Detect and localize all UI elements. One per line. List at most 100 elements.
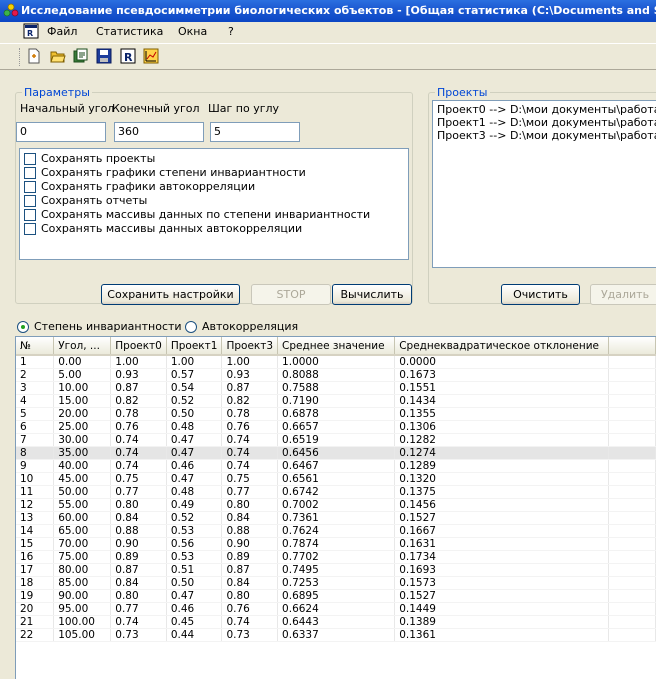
stop-button[interactable]: STOP (251, 284, 331, 305)
table-cell: 0.1667 (394, 524, 609, 538)
col-header-stddev[interactable]: Среднеквадратическое отклонение (394, 337, 609, 356)
checkbox[interactable] (24, 223, 36, 235)
col-header-angle[interactable]: Угол, ... (53, 337, 112, 356)
table-cell: 0.50 (166, 576, 223, 590)
table-cell: 0.44 (166, 628, 223, 642)
table-row[interactable]: 16 75.00 0.89 0.53 0.89 0.7702 0.1734 (16, 550, 656, 564)
table-row[interactable]: 7 30.00 0.74 0.47 0.74 0.6519 0.1282 (16, 433, 656, 447)
checkbox[interactable] (24, 153, 36, 165)
open-folder-icon[interactable] (50, 48, 66, 64)
toolbar: R (0, 43, 656, 69)
table-row[interactable]: 22 105.00 0.73 0.44 0.73 0.6337 0.1361 (16, 628, 656, 642)
table-row[interactable]: 4 15.00 0.82 0.52 0.82 0.7190 0.1434 (16, 394, 656, 408)
list-item[interactable]: Проект0 --> D:\мои документы\работа\ (437, 103, 656, 116)
table-row[interactable]: 17 80.00 0.87 0.51 0.87 0.7495 0.1693 (16, 563, 656, 577)
table-cell: 0.80 (221, 589, 279, 603)
table-cell: 0.90 (221, 537, 279, 551)
table-cell: 0.52 (166, 511, 223, 525)
radio-button[interactable] (185, 321, 197, 333)
table-cell: 0.51 (166, 563, 223, 577)
table-cell: 0.74 (221, 433, 279, 447)
table-row[interactable]: 18 85.00 0.84 0.50 0.84 0.7253 0.1573 (16, 576, 656, 590)
table-cell-filler (608, 602, 656, 616)
table-cell: 0.73 (221, 628, 279, 642)
clear-button[interactable]: Очистить (501, 284, 580, 305)
menu-help[interactable]: ? (228, 25, 234, 38)
col-header-mean[interactable]: Среднее значение (277, 337, 396, 356)
svg-text:R: R (27, 29, 33, 38)
checkbox[interactable] (24, 181, 36, 193)
table-row[interactable]: 3 10.00 0.87 0.54 0.87 0.7588 0.1551 (16, 381, 656, 395)
checkbox[interactable] (24, 195, 36, 207)
open-project-icon[interactable] (72, 48, 88, 64)
save-icon[interactable] (96, 48, 112, 64)
table-cell: 0.47 (166, 589, 223, 603)
table-row[interactable]: 19 90.00 0.80 0.47 0.80 0.6895 0.1527 (16, 589, 656, 603)
step-input[interactable]: 5 (210, 122, 300, 142)
chart-icon[interactable] (143, 48, 159, 64)
new-icon[interactable] (26, 48, 42, 64)
table-cell: 0.80 (110, 589, 167, 603)
table-row[interactable]: 12 55.00 0.80 0.49 0.80 0.7002 0.1456 (16, 498, 656, 512)
col-header-project3[interactable]: Проект3 (221, 337, 279, 356)
radio-invariance[interactable]: Степень инвариантности (17, 320, 182, 336)
table-cell: 0.1673 (394, 368, 609, 382)
table-cell: 0.75 (110, 472, 167, 486)
list-item[interactable]: Проект3 --> D:\мои документы\работа\ (437, 129, 656, 142)
table-row[interactable]: 2 5.00 0.93 0.57 0.93 0.8088 0.1673 (16, 368, 656, 382)
table-row[interactable]: 1 0.00 1.00 1.00 1.00 1.0000 0.0000 (16, 355, 656, 369)
compute-button[interactable]: Вычислить (332, 284, 412, 305)
child-window-icon[interactable]: R (23, 23, 39, 39)
table-cell: 0.6895 (277, 589, 396, 603)
table-cell: 0.48 (166, 420, 223, 434)
radio-button[interactable] (17, 321, 29, 333)
table-cell: 0.76 (110, 420, 167, 434)
col-header-project1[interactable]: Проект1 (166, 337, 223, 356)
table-cell: 0.87 (110, 381, 167, 395)
table-row[interactable]: 20 95.00 0.77 0.46 0.76 0.6624 0.1449 (16, 602, 656, 616)
table-cell-filler (608, 459, 656, 473)
save-settings-button[interactable]: Сохранить настройки (101, 284, 240, 305)
radio-autocorrelation[interactable]: Автокорреляция (185, 320, 315, 336)
table-cell: 0.78 (110, 407, 167, 421)
table-cell: 0.6467 (277, 459, 396, 473)
statistics-table[interactable]: № Угол, ... Проект0 Проект1 Проект3 Сред… (15, 336, 656, 679)
checkbox[interactable] (24, 209, 36, 221)
checkbox[interactable] (24, 167, 36, 179)
table-cell: 5.00 (53, 368, 112, 382)
start-angle-input[interactable]: 0 (16, 122, 106, 142)
table-cell: 0.6519 (277, 433, 396, 447)
table-row[interactable]: 8 35.00 0.74 0.47 0.74 0.6456 0.1274 (16, 446, 656, 460)
table-row[interactable]: 10 45.00 0.75 0.47 0.75 0.6561 0.1320 (16, 472, 656, 486)
table-row[interactable]: 13 60.00 0.84 0.52 0.84 0.7361 0.1527 (16, 511, 656, 525)
table-cell-filler (608, 394, 656, 408)
end-angle-input[interactable]: 360 (114, 122, 204, 142)
table-row[interactable]: 15 70.00 0.90 0.56 0.90 0.7874 0.1631 (16, 537, 656, 551)
delete-button[interactable]: Удалить (590, 284, 656, 305)
report-icon[interactable]: R (120, 48, 136, 64)
table-cell: 35.00 (53, 446, 112, 460)
table-row[interactable]: 9 40.00 0.74 0.46 0.74 0.6467 0.1289 (16, 459, 656, 473)
table-cell: 0.1551 (394, 381, 609, 395)
list-item[interactable]: Проект1 --> D:\мои документы\работа\ (437, 116, 656, 129)
table-cell: 0.87 (221, 563, 279, 577)
toolbar-grip[interactable] (19, 48, 21, 66)
menu-statistics[interactable]: Статистика (96, 25, 163, 38)
table-cell-filler (608, 628, 656, 642)
col-header-number[interactable]: № (16, 337, 55, 356)
projects-list[interactable]: Проект0 --> D:\мои документы\работа\ Про… (432, 100, 656, 268)
table-cell: 10 (16, 472, 55, 486)
table-row[interactable]: 14 65.00 0.88 0.53 0.88 0.7624 0.1667 (16, 524, 656, 538)
table-row[interactable]: 11 50.00 0.77 0.48 0.77 0.6742 0.1375 (16, 485, 656, 499)
table-cell: 0.46 (166, 602, 223, 616)
table-row[interactable]: 21 100.00 0.74 0.45 0.74 0.6443 0.1389 (16, 615, 656, 629)
table-row[interactable]: 5 20.00 0.78 0.50 0.78 0.6878 0.1355 (16, 407, 656, 421)
table-cell: 0.1734 (394, 550, 609, 564)
title-bar[interactable]: Исследование псевдосимметрии биологическ… (0, 0, 656, 22)
menu-windows[interactable]: Окна (178, 25, 207, 38)
table-row[interactable]: 6 25.00 0.76 0.48 0.76 0.6657 0.1306 (16, 420, 656, 434)
table-cell: 17 (16, 563, 55, 577)
col-header-project0[interactable]: Проект0 (110, 337, 167, 356)
table-cell: 0.1274 (394, 446, 609, 460)
menu-file[interactable]: Файл (47, 25, 77, 38)
